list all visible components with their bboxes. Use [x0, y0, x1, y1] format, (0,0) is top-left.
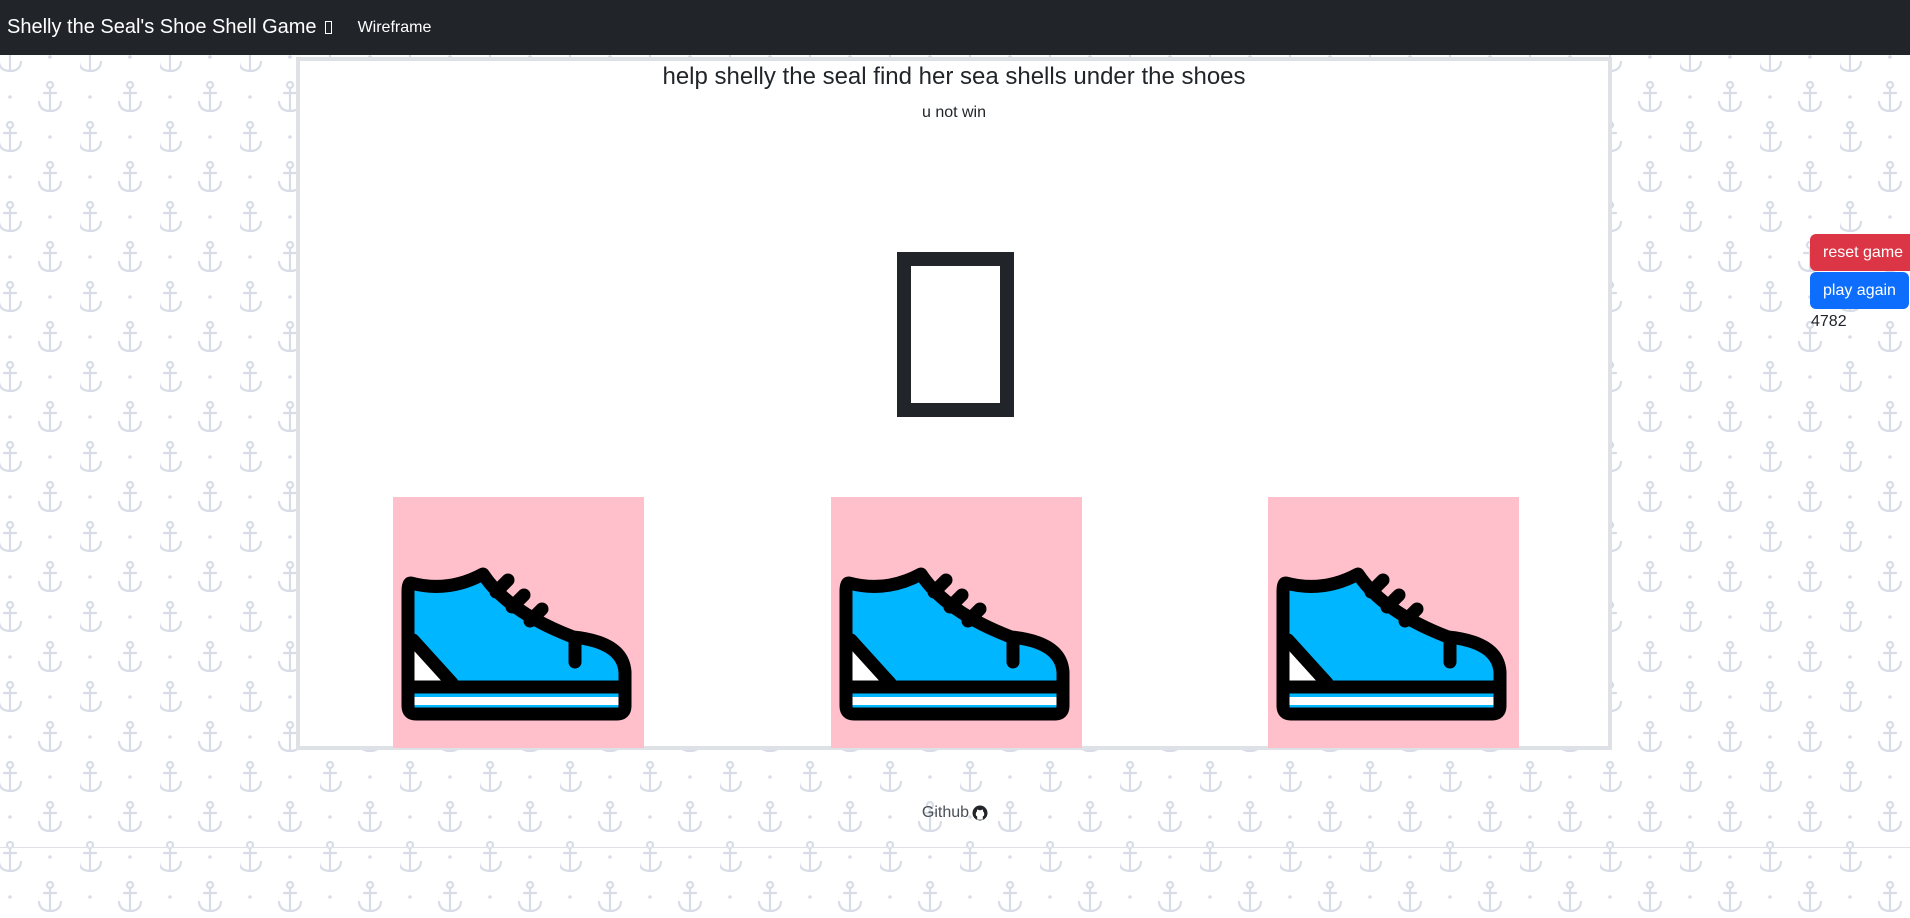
sneaker-icon — [839, 567, 1070, 721]
footer-divider — [0, 847, 1910, 848]
shoe-card-1[interactable] — [393, 497, 644, 748]
game-controls: reset game play again 4782 — [1810, 234, 1910, 331]
sneaker-icon — [401, 567, 632, 721]
missing-glyph-icon — [324, 21, 332, 34]
github-icon — [972, 805, 988, 821]
play-again-button[interactable]: play again — [1810, 272, 1909, 309]
navbar-brand[interactable]: Shelly the Seal's Shoe Shell Game — [7, 16, 332, 39]
nav-link-wireframe[interactable]: Wireframe — [358, 19, 432, 37]
navbar: Shelly the Seal's Shoe Shell Game Wirefr… — [0, 0, 1910, 55]
shoe-card-2[interactable] — [831, 497, 1082, 748]
shoe-card-3[interactable] — [1268, 497, 1519, 748]
game-board: help shelly the seal find her sea shells… — [296, 57, 1612, 750]
missing-glyph-icon — [897, 252, 1014, 417]
footer: Github — [0, 804, 1910, 822]
game-result-text: u not win — [921, 104, 987, 121]
github-label: Github — [921, 804, 970, 821]
brand-title: Shelly the Seal's Shoe Shell Game — [7, 16, 317, 38]
game-counter: 4782 — [1811, 313, 1847, 330]
sneaker-icon — [1276, 567, 1507, 721]
github-link[interactable]: Github — [922, 804, 988, 822]
reset-game-button[interactable]: reset game — [1810, 234, 1910, 271]
game-title: help shelly the seal find her sea shells… — [662, 63, 1246, 90]
